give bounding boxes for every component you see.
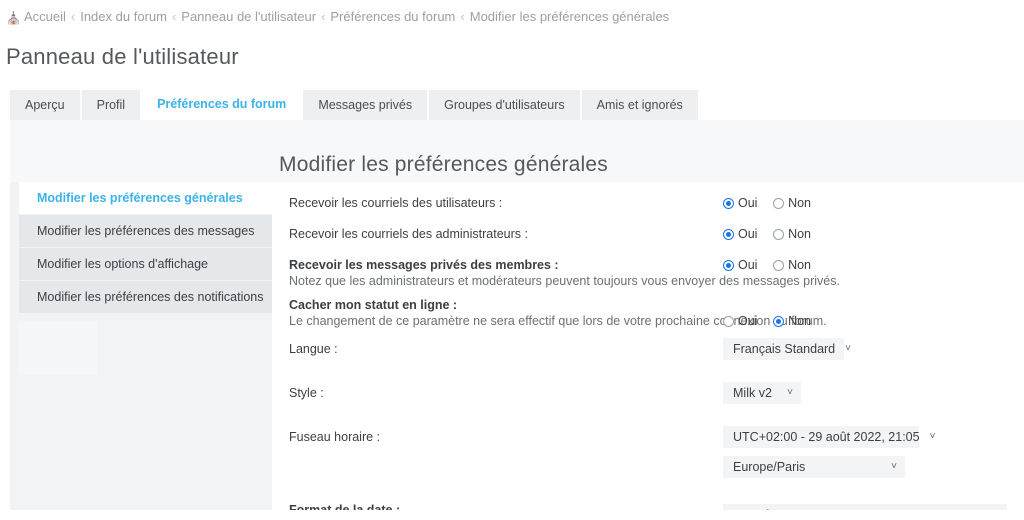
breadcrumb: ⛪ Accueil ‹ Index du forum ‹ Panneau de l'uti… xyxy=(0,0,1024,26)
select-wrapper-langue: Français Standard ˅ xyxy=(723,338,851,360)
tab-messages-prives[interactable]: Messages privés xyxy=(303,90,428,120)
select-format-de-la-date[interactable]: 29 août 2022, 21:05 ˅ xyxy=(723,504,1007,510)
radio-label-oui: Oui xyxy=(738,227,758,241)
description-messages-prives-membres: Notez que les administrateurs et modérat… xyxy=(289,274,840,288)
select-wrapper-style: Milk v2 ˅ xyxy=(723,382,801,404)
panel-header: Modifier les préférences générales xyxy=(10,120,1024,182)
radio-label-oui: Oui xyxy=(738,196,758,210)
sidebar-item-preferences-messages[interactable]: Modifier les préférences des messages xyxy=(19,215,272,248)
chevron-down-icon: ˅ xyxy=(929,431,936,442)
breadcrumb-item-modifier-preferences-generales[interactable]: Modifier les préférences générales xyxy=(470,9,669,24)
breadcrumb-item-panneau-utilisateur[interactable]: Panneau de l'utilisateur xyxy=(181,9,316,24)
tab-groupes-utilisateurs[interactable]: Groupes d'utilisateurs xyxy=(429,90,580,120)
select-fuseau-horaire-offset-value: UTC+02:00 - 29 août 2022, 21:05 xyxy=(733,430,920,444)
tab-bar: Aperçu Profil Préférences du forum Messa… xyxy=(10,88,1024,120)
select-wrapper-fuseau-horaire: UTC+02:00 - 29 août 2022, 21:05 ˅ Europe… xyxy=(723,426,935,478)
page-title: Panneau de l'utilisateur xyxy=(6,44,239,69)
label-style: Style : xyxy=(289,386,324,400)
radio-courriels-administrateurs-oui[interactable]: Oui xyxy=(723,227,757,241)
breadcrumb-separator: ‹ xyxy=(460,9,465,24)
radio-label-non: Non xyxy=(788,314,812,328)
label-messages-prives-membres: Recevoir les messages privés des membres… xyxy=(289,258,559,272)
tab-amis-et-ignores[interactable]: Amis et ignorés xyxy=(581,90,698,120)
label-langue: Langue : xyxy=(289,342,338,356)
radio-cacher-statut-non[interactable]: Non xyxy=(773,314,811,328)
tab-profil[interactable]: Profil xyxy=(81,90,141,120)
sidebar-item-preferences-generales[interactable]: Modifier les préférences générales xyxy=(19,182,272,215)
select-style[interactable]: Milk v2 ˅ xyxy=(723,382,801,404)
radio-icon-selected xyxy=(723,198,734,209)
sidebar-nav: Modifier les préférences générales Modif… xyxy=(19,182,272,375)
radio-icon-selected xyxy=(773,316,785,327)
home-icon: ⛪ xyxy=(6,11,21,25)
radio-icon-unselected xyxy=(773,260,785,271)
radio-messages-prives-non[interactable]: Non xyxy=(773,258,811,272)
panel-body: Modifier les préférences générales Modif… xyxy=(10,182,1024,510)
sidebar-filler-block xyxy=(19,321,97,375)
form-row-courriels-utilisateurs: Recevoir les courriels des utilisateurs … xyxy=(272,196,1024,219)
select-langue-value: Français Standard xyxy=(733,342,836,356)
breadcrumb-separator: ‹ xyxy=(321,9,326,24)
breadcrumb-separator: ‹ xyxy=(171,9,177,24)
radio-icon-unselected xyxy=(773,198,785,209)
select-format-de-la-date-value: 29 août 2022, 21:05 xyxy=(733,508,844,510)
radio-cacher-statut-oui[interactable]: Oui xyxy=(723,314,757,328)
breadcrumb-separator: ‹ xyxy=(70,9,76,24)
preferences-form: Recevoir les courriels des utilisateurs … xyxy=(272,182,1024,510)
user-control-panel: Modifier les préférences générales Modif… xyxy=(10,120,1024,510)
tab-apercu[interactable]: Aperçu xyxy=(10,90,80,120)
radio-courriels-administrateurs-non[interactable]: Non xyxy=(773,227,811,241)
breadcrumb-item-index-du-forum[interactable]: Index du forum xyxy=(80,9,167,24)
radio-courriels-utilisateurs-non[interactable]: Non xyxy=(773,196,811,210)
radio-label-non: Non xyxy=(788,196,812,210)
radio-group-cacher-statut-en-ligne: Oui Non xyxy=(723,313,811,328)
label-courriels-administrateurs: Recevoir les courriels des administrateu… xyxy=(289,227,528,241)
panel-heading: Modifier les préférences générales xyxy=(279,153,608,177)
form-row-courriels-administrateurs: Recevoir les courriels des administrateu… xyxy=(272,227,1024,250)
select-langue[interactable]: Français Standard ˅ xyxy=(723,338,851,360)
breadcrumb-item-preferences-forum[interactable]: Préférences du forum xyxy=(330,9,455,24)
chevron-down-icon: ˅ xyxy=(845,343,851,354)
select-wrapper-format-de-la-date: 29 août 2022, 21:05 ˅ xyxy=(723,504,1007,510)
radio-label-non: Non xyxy=(788,258,812,272)
tab-preferences-du-forum[interactable]: Préférences du forum xyxy=(142,88,302,120)
form-row-langue: Langue : Français Standard ˅ xyxy=(272,338,1024,365)
chevron-down-icon: ˅ xyxy=(891,461,897,472)
label-cacher-statut-en-ligne: Cacher mon statut en ligne : xyxy=(289,298,458,312)
sidebar-item-preferences-notifications[interactable]: Modifier les préférences des notificatio… xyxy=(19,281,272,314)
form-row-fuseau-horaire: Fuseau horaire : UTC+02:00 - 29 août 202… xyxy=(272,426,1024,478)
radio-icon-unselected xyxy=(773,229,785,240)
select-fuseau-horaire-offset[interactable]: UTC+02:00 - 29 août 2022, 21:05 ˅ xyxy=(723,426,935,448)
sidebar-item-options-affichage[interactable]: Modifier les options d'affichage xyxy=(19,248,272,281)
breadcrumb-item-accueil[interactable]: Accueil xyxy=(24,9,66,24)
radio-courriels-utilisateurs-oui[interactable]: Oui xyxy=(723,196,757,210)
form-row-format-de-la-date: Format de la date : La syntaxe utilisée … xyxy=(272,503,1024,510)
radio-messages-prives-oui[interactable]: Oui xyxy=(723,258,757,272)
select-fuseau-horaire-region[interactable]: Europe/Paris ˅ xyxy=(723,456,905,478)
form-row-messages-prives-membres: Recevoir les messages privés des membres… xyxy=(272,258,1024,289)
radio-label-non: Non xyxy=(788,227,812,241)
form-row-style: Style : Milk v2 ˅ xyxy=(272,382,1024,409)
label-courriels-utilisateurs: Recevoir les courriels des utilisateurs … xyxy=(289,196,503,210)
radio-label-oui: Oui xyxy=(738,314,758,328)
radio-group-messages-prives-membres: Oui Non xyxy=(723,257,811,272)
chevron-down-icon: ˅ xyxy=(787,387,793,398)
radio-label-oui: Oui xyxy=(738,258,758,272)
select-style-value: Milk v2 xyxy=(733,386,772,400)
radio-group-courriels-utilisateurs: Oui Non xyxy=(723,195,811,210)
select-fuseau-horaire-region-value: Europe/Paris xyxy=(733,460,806,474)
radio-group-courriels-administrateurs: Oui Non xyxy=(723,226,811,241)
form-row-cacher-statut-en-ligne: Cacher mon statut en ligne : Le changeme… xyxy=(272,298,1024,329)
radio-icon-selected xyxy=(723,260,734,271)
radio-icon-unselected xyxy=(723,316,734,327)
radio-icon-selected xyxy=(723,229,734,240)
